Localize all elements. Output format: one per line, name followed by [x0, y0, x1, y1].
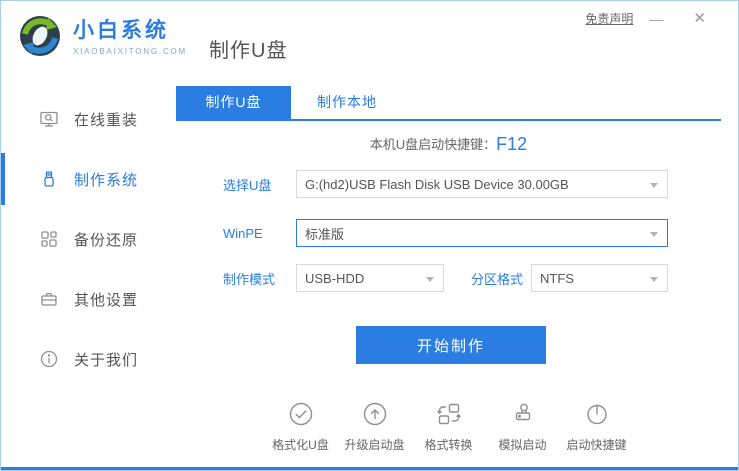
tool-label: 模拟启动 — [498, 438, 547, 452]
info-icon — [39, 349, 59, 369]
tool-label: 升级启动盘 — [344, 438, 405, 452]
sidebar-item-label: 制作系统 — [74, 171, 139, 189]
tab-make-local[interactable]: 制作本地 — [291, 86, 403, 119]
footer-tools: 格式化U盘 升级启动盘 格式转换 模拟启动 启动快捷键 — [176, 401, 721, 453]
boot-hotkey-line: 本机U盘启动快捷键：F12 — [176, 134, 721, 155]
winpe-label: WinPE — [223, 225, 263, 241]
active-indicator — [1, 153, 5, 205]
sidebar-item-backup-restore[interactable]: 备份还原 — [1, 209, 166, 269]
sidebar-item-label: 其他设置 — [74, 291, 139, 309]
brand-logo-icon — [20, 16, 60, 56]
make-usb-form: 选择U盘 G:(hd2)USB Flash Disk USB Device 30… — [166, 170, 738, 292]
chevron-down-icon — [650, 232, 658, 237]
brand-name: 小白系统 — [73, 19, 169, 42]
usb-select-value: G:(hd2)USB Flash Disk USB Device 30.00GB — [305, 176, 569, 192]
main-content: 制作U盘 制作本地 本机U盘启动快捷键：F12 选择U盘 G:(hd2)USB … — [166, 86, 738, 467]
monitor-reinstall-icon — [39, 109, 59, 129]
mouse-icon — [584, 401, 610, 427]
sidebar-item-online-reinstall[interactable]: 在线重装 — [1, 89, 166, 149]
partition-value: NTFS — [540, 270, 574, 286]
mode-label: 制作模式 — [223, 271, 276, 287]
stamp-icon — [510, 401, 536, 427]
chevron-down-icon — [650, 277, 658, 282]
disclaimer-link[interactable]: 免责声明 — [585, 10, 633, 27]
convert-icon — [436, 401, 462, 427]
brand-domain: XIAOBAIXITONG.COM — [73, 47, 188, 56]
usb-select-dropdown[interactable]: G:(hd2)USB Flash Disk USB Device 30.00GB — [296, 170, 668, 198]
mode-partition-row: 制作模式 USB-HDD 分区格式 NTFS — [223, 264, 738, 292]
winpe-row: WinPE 标准版 — [223, 219, 738, 247]
sidebar-item-about-us[interactable]: 关于我们 — [1, 329, 166, 389]
brand-block: 小白系统 XIAOBAIXITONG.COM — [73, 18, 187, 56]
mode-value: USB-HDD — [305, 270, 365, 286]
usb-select-row: 选择U盘 G:(hd2)USB Flash Disk USB Device 30… — [223, 170, 738, 198]
arrow-up-circle-icon — [362, 401, 388, 427]
usb-drive-icon — [39, 169, 59, 189]
sidebar-item-make-system[interactable]: 制作系统 — [1, 149, 166, 209]
partition-dropdown[interactable]: NTFS — [531, 264, 668, 292]
header: 小白系统 XIAOBAIXITONG.COM 制作U盘 — [17, 13, 287, 63]
titlebar-links: 免责声明 — ✕ — [585, 10, 706, 27]
winpe-value: 标准版 — [305, 226, 345, 242]
usb-select-label: 选择U盘 — [223, 177, 272, 193]
settings-box-icon — [39, 289, 59, 309]
sidebar-item-label: 备份还原 — [74, 231, 139, 249]
tab-strip: 制作U盘 制作本地 — [176, 86, 721, 121]
sidebar-item-label: 在线重装 — [74, 111, 139, 129]
bottom-accent-bar — [1, 467, 738, 470]
tool-label: 启动快捷键 — [566, 438, 627, 452]
tool-format-convert[interactable]: 格式转换 — [417, 401, 481, 453]
tool-format-usb[interactable]: 格式化U盘 — [269, 401, 333, 453]
chevron-down-icon — [426, 277, 434, 282]
sidebar-item-other-settings[interactable]: 其他设置 — [1, 269, 166, 329]
check-circle-icon — [288, 401, 314, 427]
tool-boot-hotkey[interactable]: 启动快捷键 — [565, 401, 629, 453]
sidebar-item-label: 关于我们 — [74, 351, 139, 369]
tool-label: 格式化U盘 — [272, 438, 329, 452]
page-title: 制作U盘 — [209, 40, 288, 62]
minimize-icon[interactable]: — — [649, 12, 663, 26]
sidebar: 在线重装 制作系统 备份还原 其他设置 关于我们 — [1, 86, 166, 467]
backup-restore-icon — [39, 229, 59, 249]
partition-label: 分区格式 — [471, 271, 524, 287]
boot-hotkey-label: 本机U盘启动快捷键： — [369, 137, 497, 152]
winpe-dropdown[interactable]: 标准版 — [296, 219, 668, 247]
close-icon[interactable]: ✕ — [693, 11, 706, 26]
boot-hotkey-value: F12 — [496, 134, 528, 154]
tab-make-usb[interactable]: 制作U盘 — [176, 86, 291, 119]
mode-dropdown[interactable]: USB-HDD — [296, 264, 444, 292]
chevron-down-icon — [650, 183, 658, 188]
tool-simulate-boot[interactable]: 模拟启动 — [491, 401, 555, 453]
tool-upgrade-boot-disk[interactable]: 升级启动盘 — [343, 401, 407, 453]
start-make-button[interactable]: 开始制作 — [356, 326, 546, 364]
tool-label: 格式转换 — [424, 438, 473, 452]
